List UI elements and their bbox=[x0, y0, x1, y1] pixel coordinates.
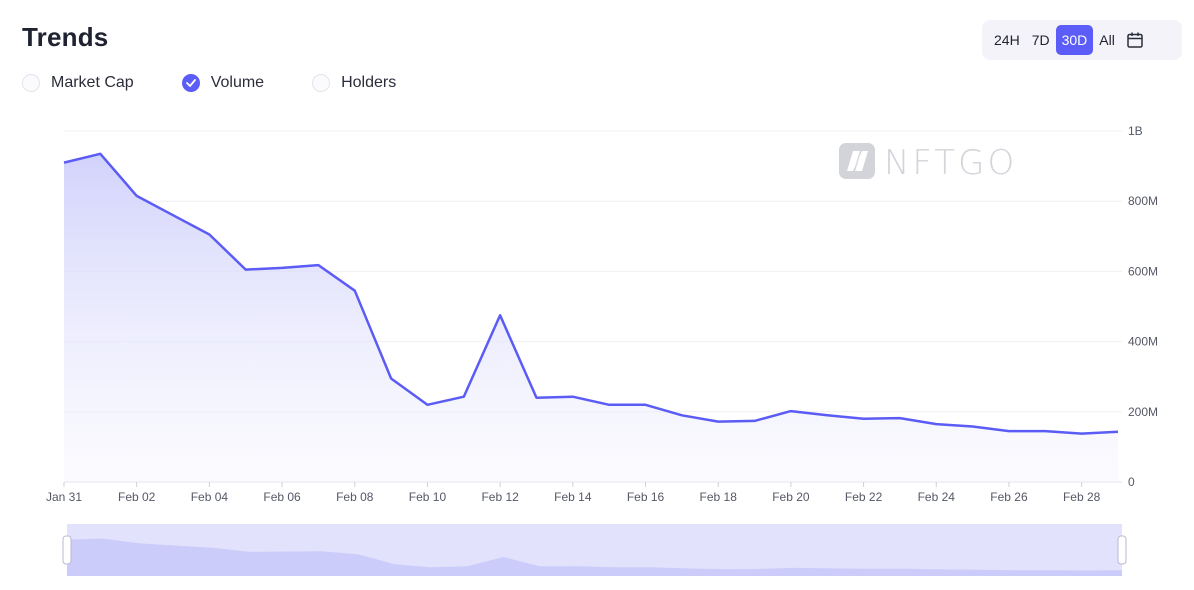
volume-chart: NFTGO Jan 31 Feb 02 Feb 04 Feb 06 Feb 08 Feb … bbox=[46, 124, 1158, 576]
x-tick-label: Feb 10 bbox=[409, 490, 447, 504]
x-tick-label: Feb 28 bbox=[1063, 490, 1101, 504]
x-tick-label: Feb 18 bbox=[700, 490, 738, 504]
y-tick-label: 800M bbox=[1128, 194, 1158, 208]
volume-area bbox=[64, 153, 1118, 483]
x-tick-label: Feb 20 bbox=[772, 490, 810, 504]
x-tick-label: Feb 06 bbox=[263, 490, 301, 504]
x-tick-label: Jan 31 bbox=[46, 490, 82, 504]
x-tick-label: Feb 16 bbox=[627, 490, 665, 504]
range-brush[interactable] bbox=[62, 524, 1127, 576]
x-tick-label: Feb 02 bbox=[118, 490, 156, 504]
y-tick-label: 600M bbox=[1128, 264, 1158, 278]
brush-left-handle[interactable] bbox=[62, 535, 72, 565]
x-tick-label: Feb 04 bbox=[191, 490, 229, 504]
x-tick-label: Feb 08 bbox=[336, 490, 374, 504]
x-tick-label: Feb 24 bbox=[918, 490, 956, 504]
watermark-text: NFTGO bbox=[884, 143, 1017, 183]
y-tick-label: 1B bbox=[1128, 124, 1143, 138]
x-tick-label: Feb 14 bbox=[554, 490, 592, 504]
nftgo-watermark: NFTGO bbox=[839, 143, 1017, 183]
brush-right-handle[interactable] bbox=[1117, 535, 1127, 565]
y-tick-label: 400M bbox=[1128, 335, 1158, 349]
nftgo-logo-icon bbox=[839, 143, 875, 179]
x-tick-label: Feb 26 bbox=[990, 490, 1028, 504]
x-tick-label: Feb 22 bbox=[845, 490, 883, 504]
y-tick-label: 200M bbox=[1128, 405, 1158, 419]
x-tick-label: Feb 12 bbox=[481, 490, 519, 504]
y-tick-label: 0 bbox=[1128, 475, 1135, 489]
